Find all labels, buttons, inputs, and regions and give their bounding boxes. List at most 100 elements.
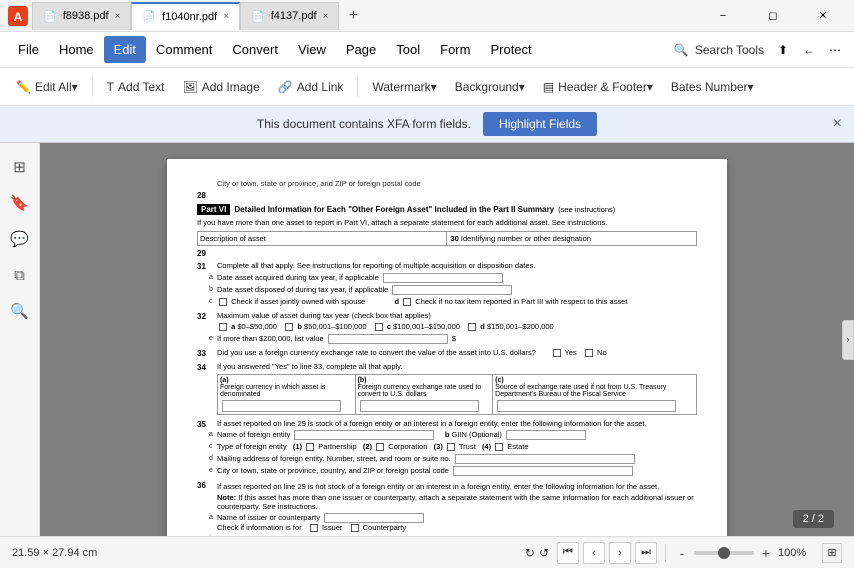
bates-number-button[interactable]: Bates Number▾ [663, 76, 762, 98]
section-34: 34 If you answered "Yes" to line 33, com… [197, 362, 697, 415]
menu-view[interactable]: View [288, 36, 336, 63]
header-footer-icon: ▤ [543, 80, 554, 94]
rotate-icons: ↻ ↺ [525, 546, 549, 560]
menu-comment[interactable]: Comment [146, 36, 222, 63]
zoom-in-button[interactable]: + [758, 545, 774, 561]
menu-file[interactable]: File [8, 36, 49, 63]
section-35: 35 If asset reported on line 29 is stock… [197, 419, 697, 477]
menu-convert[interactable]: Convert [222, 36, 288, 63]
bookmarks-panel-icon[interactable]: 🔖 [4, 187, 36, 219]
search-icon: 🔍 [674, 43, 689, 57]
checkbox-32c[interactable] [375, 323, 383, 331]
back-button[interactable]: ← [798, 39, 820, 61]
layers-panel-icon[interactable]: ⧉ [4, 259, 36, 291]
text-31c: Check if asset jointly owned with spouse… [217, 297, 697, 307]
label-33: 33 [197, 349, 209, 358]
tab-close-f4137[interactable]: × [323, 11, 329, 22]
menu-home[interactable]: Home [49, 36, 104, 63]
checkbox-35c1[interactable] [306, 443, 314, 451]
line-32: 32 Maximum value of asset during tax yea… [197, 311, 697, 321]
fit-page-button[interactable]: ⊞ [822, 543, 842, 563]
first-page-button[interactable]: ⏮ [557, 542, 579, 564]
close-button[interactable]: ✕ [800, 0, 846, 32]
header-footer-button[interactable]: ▤ Header & Footer▾ [535, 76, 661, 98]
checkbox-32d[interactable] [468, 323, 476, 331]
line-33: 33 Did you use a foreign currency exchan… [197, 348, 697, 358]
restore-button[interactable]: ◻ [750, 0, 796, 32]
rotate-cw-icon[interactable]: ↻ [525, 546, 535, 560]
col-34b: (b) Foreign currency exchange rate used … [356, 375, 494, 414]
checkbox-32b[interactable] [285, 323, 293, 331]
watermark-button[interactable]: Watermark▾ [364, 76, 444, 98]
comments-panel-icon[interactable]: 💬 [4, 223, 36, 255]
line-35c: c Type of foreign entity (1) Partnership… [197, 442, 697, 452]
minimize-button[interactable]: − [700, 0, 746, 32]
label-35a: a [209, 431, 219, 438]
tab-close-f1040nr[interactable]: × [223, 11, 229, 22]
add-link-button[interactable]: 🔗 Add Link [270, 76, 352, 98]
menu-page[interactable]: Page [336, 36, 386, 63]
text-32: Maximum value of asset during tax year (… [217, 311, 697, 321]
text-35: If asset reported on line 29 is stock of… [217, 419, 697, 429]
row-29-label: 29 [197, 249, 697, 258]
add-image-button[interactable]: 🖼 Add Image [175, 76, 268, 98]
line-32e: e If more than $200,000, list value $ [197, 334, 697, 344]
add-text-label: Add Text [118, 80, 164, 94]
col-34c: (c) Source of exchange rate used if not … [493, 375, 696, 414]
pages-panel-icon[interactable]: ⊞ [4, 151, 36, 183]
label-35c: c [209, 443, 219, 450]
right-expand-button[interactable]: › [842, 320, 854, 360]
search-tools-button[interactable]: 🔍 Search Tools [674, 43, 764, 57]
menu-tool[interactable]: Tool [386, 36, 430, 63]
menu-edit[interactable]: Edit [104, 36, 146, 63]
tab-f1040nr[interactable]: 📄 f1040nr.pdf × [131, 2, 240, 30]
page-navigation: ⏮ ‹ › ⏭ [557, 542, 657, 564]
edit-all-button[interactable]: ✏️ Edit All▾ [8, 76, 86, 98]
text-35e: City or town, state or province, country… [217, 466, 697, 476]
text-36a: Name of issuer or counterparty Check if … [217, 513, 697, 533]
checkbox-counterparty[interactable] [351, 524, 359, 532]
last-page-button[interactable]: ⏭ [635, 542, 657, 564]
tab-close-f8938[interactable]: × [115, 11, 121, 22]
search-panel-icon[interactable]: 🔍 [4, 295, 36, 327]
checkbox-yes-33[interactable] [553, 349, 561, 357]
xfa-close-button[interactable]: × [833, 115, 842, 133]
document-scroll[interactable]: City or town, state or province, and ZIP… [40, 143, 854, 536]
tab-f4137[interactable]: 📄 f4137.pdf × [240, 2, 339, 30]
highlight-fields-button[interactable]: Highlight Fields [483, 112, 597, 136]
form-instructions: (see instructions) [558, 205, 615, 214]
checkbox-35c2[interactable] [376, 443, 384, 451]
menu-protect[interactable]: Protect [480, 36, 541, 63]
text-35d: Mailing address of foreign entity. Numbe… [217, 454, 697, 464]
tab-f8938[interactable]: 📄 f8938.pdf × [32, 2, 131, 30]
tab-icon-f8938: 📄 [43, 10, 57, 23]
zoom-out-button[interactable]: - [674, 545, 690, 561]
line-35e: e City or town, state or province, count… [197, 466, 697, 476]
checkbox-31c[interactable] [219, 298, 227, 306]
checkbox-35c4[interactable] [495, 443, 503, 451]
page-indicator-overlay: 2 / 2 [793, 510, 834, 528]
checkbox-32a[interactable] [219, 323, 227, 331]
background-button[interactable]: Background▾ [447, 76, 533, 98]
tab-label-f1040nr: f1040nr.pdf [162, 11, 217, 23]
desc-id-row: Description of asset 30 Identifying numb… [197, 231, 697, 246]
dimensions-label: 21.59 × 27.94 cm [12, 547, 97, 559]
line-31: 31 Complete all that apply. See instruct… [197, 261, 697, 271]
share-button[interactable]: ⬆ [772, 39, 794, 61]
prev-page-button[interactable]: ‹ [583, 542, 605, 564]
checkbox-35c3[interactable] [447, 443, 455, 451]
rotate-ccw-icon[interactable]: ↺ [539, 546, 549, 560]
forward-button[interactable]: ⋯ [824, 39, 846, 61]
toolbar-divider-1 [92, 77, 93, 97]
tab-list: 📄 f8938.pdf × 📄 f1040nr.pdf × 📄 f4137.pd… [32, 2, 367, 30]
checkbox-31d[interactable] [403, 298, 411, 306]
checkbox-issuer[interactable] [310, 524, 318, 532]
checkbox-no-33[interactable] [585, 349, 593, 357]
bottom-divider [665, 544, 666, 562]
section-36: 36 If asset reported on line 29 is not s… [197, 480, 697, 536]
zoom-slider[interactable] [694, 551, 754, 555]
next-page-button[interactable]: › [609, 542, 631, 564]
add-text-button[interactable]: T Add Text [99, 76, 173, 98]
menu-form[interactable]: Form [430, 36, 480, 63]
new-tab-button[interactable]: + [339, 2, 367, 30]
